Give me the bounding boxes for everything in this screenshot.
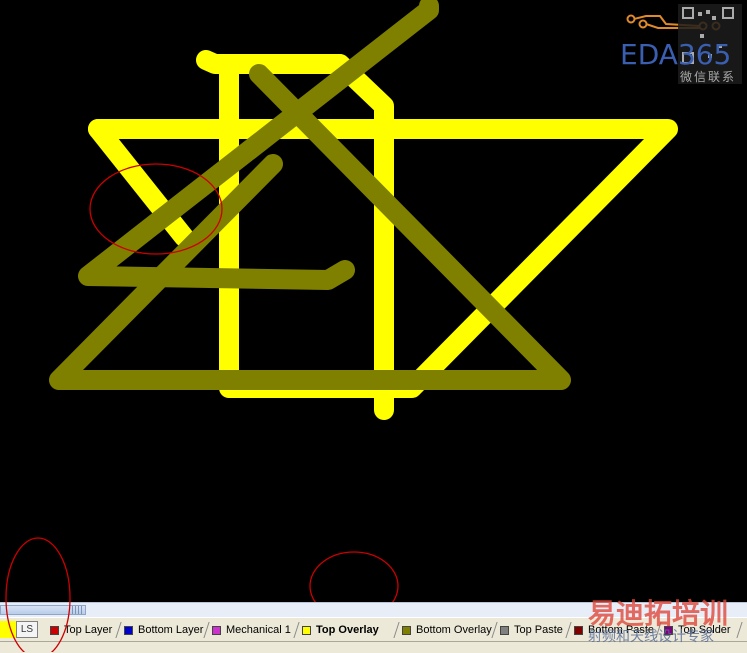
annotation-overlay [5,537,71,652]
annotation-circle-3 [5,537,71,652]
watermark-footer-subtitle: 射频和天线设计专家 [588,629,714,645]
watermark-footer: 易迪拓培训 射频和天线设计专家 [586,592,746,650]
